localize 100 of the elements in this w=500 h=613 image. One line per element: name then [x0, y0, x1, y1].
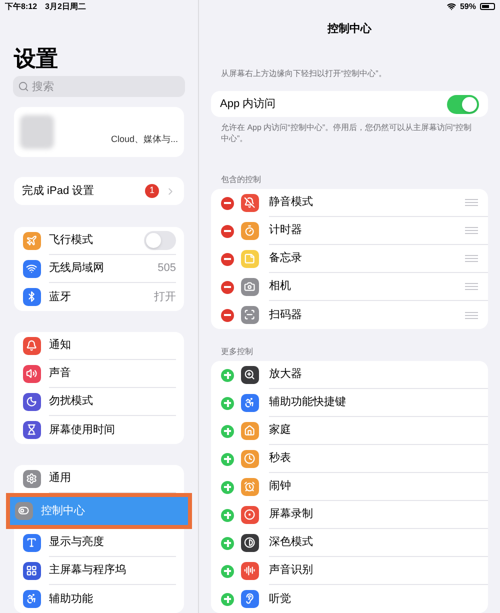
control-label: 听觉 — [269, 592, 291, 607]
profile-subtitle: Cloud、媒体与... — [110, 132, 178, 146]
add-button[interactable] — [221, 564, 234, 578]
item-label: 通用 — [49, 470, 71, 486]
drag-handle-icon[interactable] — [465, 312, 478, 318]
item-label: 通知 — [49, 338, 71, 354]
section-header: 包含的控制 — [221, 174, 262, 186]
item-label: 主屏幕与程序坞 — [49, 562, 126, 578]
remove-button[interactable] — [221, 252, 234, 266]
speaker-icon — [23, 365, 41, 383]
sidebar-item[interactable]: 屏幕使用时间 — [14, 416, 184, 444]
control-label: 放大器 — [269, 367, 302, 382]
detail-description: 从屏幕右上方边缘向下轻扫以打开“控制中心”。 — [221, 68, 388, 80]
setup-label: 完成 iPad 设置 — [22, 184, 94, 199]
ear-icon — [241, 590, 259, 608]
section-header: 更多控制 — [221, 346, 254, 358]
bluetooth-icon — [23, 288, 41, 306]
control-label: 辅助功能快捷键 — [269, 395, 346, 410]
item-label: 控制中心 — [41, 504, 85, 519]
drag-handle-icon[interactable] — [465, 199, 478, 206]
magnifier-icon — [241, 366, 259, 384]
control-label: 声音识别 — [269, 562, 313, 578]
detail-title: 控制中心 — [326, 22, 372, 37]
profile-card[interactable]: Cloud、媒体与... — [14, 107, 184, 157]
remove-button[interactable] — [221, 224, 234, 238]
control-label: 相机 — [269, 279, 291, 294]
add-button[interactable] — [221, 424, 234, 438]
item-value: 打开 — [154, 290, 176, 305]
drag-handle-icon[interactable] — [465, 227, 478, 234]
gear-icon — [23, 470, 41, 488]
add-button[interactable] — [221, 536, 234, 550]
control-label: 静音模式 — [269, 194, 313, 210]
add-button[interactable] — [221, 592, 234, 606]
add-button[interactable] — [221, 480, 234, 494]
bell-icon — [241, 194, 259, 212]
sidebar-item[interactable]: 飞行模式 — [14, 227, 184, 255]
avatar — [20, 115, 54, 149]
house-icon — [241, 422, 259, 440]
sidebar-item[interactable]: 声音 — [14, 360, 184, 388]
sidebar-item[interactable]: 通用 — [14, 465, 184, 493]
accessibility-icon — [241, 394, 259, 412]
grid-icon — [23, 562, 41, 580]
wifi-icon — [23, 260, 41, 278]
add-button[interactable] — [221, 396, 234, 410]
setup-row[interactable]: 完成 iPad 设置 1 — [14, 177, 184, 205]
item-value: 505 — [158, 261, 176, 276]
sidebar-item[interactable]: 显示与亮度 — [14, 529, 184, 557]
scanner-icon — [241, 306, 259, 324]
sound-wave-icon — [241, 562, 259, 580]
sidebar-item[interactable]: 无线局域网 505 — [14, 255, 184, 283]
control-label: 扫码器 — [269, 308, 302, 323]
moon-icon — [23, 393, 41, 411]
record-icon — [241, 506, 259, 524]
sidebar-item[interactable]: 辅助功能 — [14, 585, 184, 613]
notification-badge: 1 — [145, 184, 159, 198]
drag-handle-icon[interactable] — [465, 283, 478, 290]
status-date: 3月2日周二 — [45, 1, 86, 13]
wifi-icon — [446, 2, 456, 12]
search-icon — [18, 81, 29, 92]
sidebar-item[interactable]: 通知 — [14, 332, 184, 360]
item-label: 勿扰模式 — [49, 394, 93, 410]
add-button[interactable] — [221, 368, 234, 382]
item-label: 无线局域网 — [49, 261, 104, 276]
notification-icon — [23, 337, 41, 355]
item-label: 飞行模式 — [49, 233, 93, 248]
airplane-icon — [23, 232, 41, 250]
battery-icon — [480, 3, 495, 10]
control-label: 家庭 — [269, 422, 291, 438]
toggle-switch[interactable] — [144, 231, 176, 250]
sidebar-item[interactable]: 主屏幕与程序坞 — [14, 557, 184, 585]
control-label: 闹钟 — [269, 479, 291, 494]
control-label: 深色模式 — [269, 535, 313, 550]
remove-button[interactable] — [221, 280, 234, 294]
camera-icon — [241, 278, 259, 296]
text-size-icon — [23, 534, 41, 552]
sidebar-item[interactable]: 勿扰模式 — [14, 388, 184, 416]
accessibility-icon — [23, 590, 41, 608]
alarm-clock-icon — [241, 478, 259, 496]
item-label: 显示与亮度 — [49, 534, 104, 550]
timer-icon — [241, 222, 259, 240]
item-label: 蓝牙 — [49, 290, 71, 305]
drag-handle-icon[interactable] — [465, 255, 478, 262]
remove-button[interactable] — [221, 196, 234, 210]
add-button[interactable] — [221, 452, 234, 466]
add-button[interactable] — [221, 508, 234, 522]
battery-percent: 59% — [460, 0, 476, 13]
item-label: 屏幕使用时间 — [49, 422, 115, 438]
note-icon — [241, 250, 259, 268]
control-label: 备忘录 — [269, 250, 302, 266]
remove-button[interactable] — [221, 308, 234, 322]
control-label: 计时器 — [269, 223, 302, 238]
sidebar-title: 设置 — [14, 46, 59, 72]
contrast-icon — [241, 534, 259, 552]
toggle-switch[interactable] — [447, 94, 479, 114]
control-label: 屏幕录制 — [269, 507, 313, 522]
status-time: 下午8:12 — [5, 1, 38, 13]
hourglass-icon — [23, 421, 41, 439]
sidebar-item[interactable]: 蓝牙 打开 — [14, 283, 184, 311]
app-access-note: 允许在 App 内访问“控制中心”。停用后，您仍然可以从主屏幕访问“控制中心”。 — [221, 122, 473, 144]
search-field[interactable]: 搜索 — [13, 76, 185, 97]
